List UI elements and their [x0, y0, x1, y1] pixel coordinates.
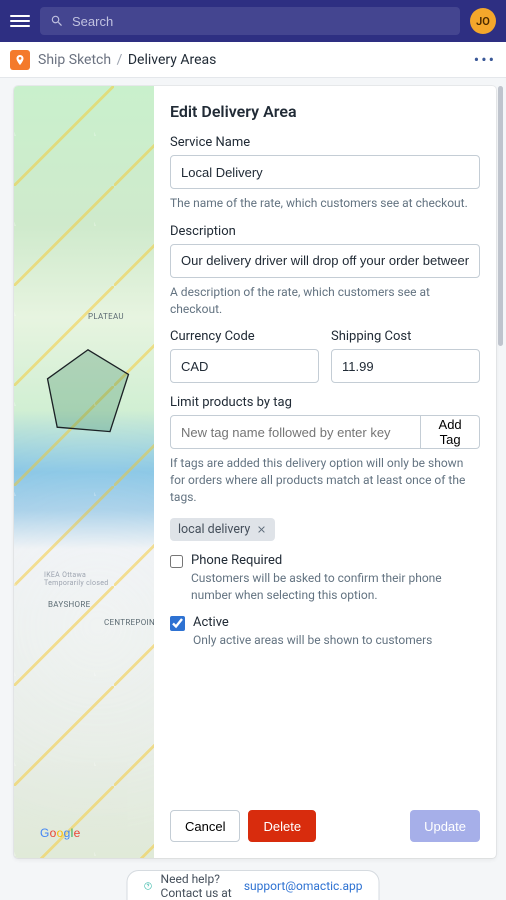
delete-button[interactable]: Delete — [248, 810, 316, 842]
avatar[interactable]: JO — [470, 8, 496, 34]
tag-input[interactable] — [170, 415, 421, 449]
help-pill: Need help? Contact us at support@omactic… — [127, 870, 380, 900]
currency-label: Currency Code — [170, 329, 319, 344]
help-icon — [144, 878, 153, 894]
main-card: PLATEAU IKEA OttawaTemporarily closed BA… — [14, 86, 496, 858]
add-tag-button[interactable]: Add Tag — [421, 415, 480, 449]
tags-helper: If tags are added this delivery option w… — [170, 455, 480, 505]
close-icon[interactable] — [256, 524, 267, 535]
tag-chip-label: local delivery — [178, 522, 250, 537]
topbar: JO — [0, 0, 506, 42]
map-polygon[interactable] — [44, 348, 132, 436]
cancel-button[interactable]: Cancel — [170, 810, 240, 842]
map-attribution: Google — [40, 826, 81, 840]
tags-label: Limit products by tag — [170, 395, 480, 410]
shipping-cost-input[interactable] — [331, 349, 480, 383]
map-label-centrepointe: CENTREPOINTE — [104, 618, 154, 627]
phone-required-helper: Customers will be asked to confirm their… — [191, 570, 480, 604]
breadcrumb-bar: Ship Sketch / Delivery Areas ••• — [0, 42, 506, 78]
active-label: Active — [193, 615, 432, 630]
description-helper: A description of the rate, which custome… — [170, 284, 480, 318]
phone-required-checkbox[interactable] — [170, 554, 183, 569]
service-name-input[interactable] — [170, 155, 480, 189]
currency-input[interactable] — [170, 349, 319, 383]
panel-title: Edit Delivery Area — [170, 102, 480, 121]
search-box[interactable] — [40, 7, 460, 35]
active-helper: Only active areas will be shown to custo… — [193, 632, 432, 649]
description-input[interactable] — [170, 244, 480, 278]
phone-required-label: Phone Required — [191, 553, 480, 568]
breadcrumb: Ship Sketch / Delivery Areas — [38, 52, 216, 68]
active-checkbox[interactable] — [170, 616, 185, 631]
update-button[interactable]: Update — [410, 810, 480, 842]
scrollbar[interactable] — [498, 86, 503, 346]
service-name-label: Service Name — [170, 135, 480, 150]
help-email-link[interactable]: support@omactic.app — [244, 879, 363, 893]
breadcrumb-current: Delivery Areas — [128, 52, 217, 68]
shipping-cost-label: Shipping Cost — [331, 329, 480, 344]
breadcrumb-parent[interactable]: Ship Sketch — [38, 52, 111, 68]
menu-icon[interactable] — [10, 11, 30, 31]
description-label: Description — [170, 224, 480, 239]
search-input[interactable] — [72, 14, 450, 29]
tag-chip: local delivery — [170, 518, 275, 541]
app-logo — [10, 50, 30, 70]
form-panel: Edit Delivery Area Service Name The name… — [154, 86, 496, 858]
map-panel[interactable]: PLATEAU IKEA OttawaTemporarily closed BA… — [14, 86, 154, 858]
footer-buttons: Cancel Delete Update — [170, 800, 480, 842]
map-label-plateau: PLATEAU — [88, 312, 124, 321]
overflow-menu-icon[interactable]: ••• — [474, 50, 496, 69]
map-label-ikea: IKEA OttawaTemporarily closed — [44, 571, 109, 587]
map-label-bayshore: BAYSHORE — [48, 600, 90, 609]
service-name-helper: The name of the rate, which customers se… — [170, 195, 480, 212]
search-icon — [50, 14, 64, 28]
help-text: Need help? Contact us at — [161, 872, 236, 900]
